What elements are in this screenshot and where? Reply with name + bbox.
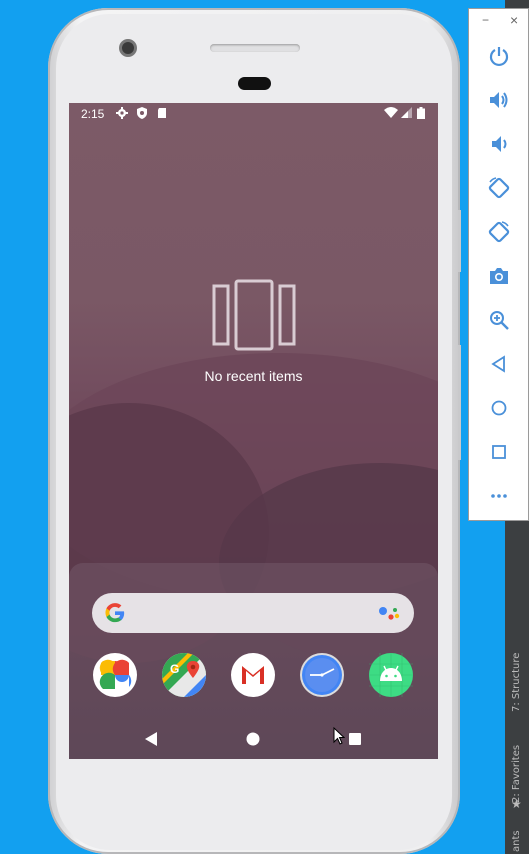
- zoom-button[interactable]: [486, 307, 512, 333]
- volume-up-button[interactable]: [486, 87, 512, 113]
- toolbar-title-bar: − ×: [469, 9, 529, 35]
- clock-icon: [302, 655, 342, 695]
- android-app-icon[interactable]: [369, 653, 413, 697]
- power-icon: [489, 47, 509, 67]
- cell-signal-icon: [401, 107, 412, 118]
- shield-icon: [137, 107, 147, 119]
- maps-icon: G: [162, 653, 206, 697]
- status-bar: 2:15: [69, 103, 438, 125]
- rotate-left-button[interactable]: [486, 175, 512, 201]
- volume-up-icon: [490, 92, 508, 108]
- front-camera: [119, 39, 137, 57]
- rotate-right-button[interactable]: [486, 219, 512, 245]
- wifi-icon: [384, 107, 398, 118]
- phone-volume-button: [458, 345, 461, 460]
- mouse-cursor-icon: [333, 727, 345, 745]
- svg-text:G: G: [170, 662, 179, 676]
- proximity-sensor: [238, 77, 271, 90]
- more-button[interactable]: [486, 483, 512, 509]
- minimize-button[interactable]: −: [482, 13, 489, 27]
- ide-tab-favorites[interactable]: 2: Favorites ★: [505, 735, 529, 815]
- camera-icon: [490, 268, 508, 284]
- ide-tab-bottom[interactable]: ants: [505, 830, 529, 854]
- settings-icon: [116, 107, 128, 119]
- battery-icon: [417, 107, 425, 119]
- home-nav-icon[interactable]: [246, 732, 260, 746]
- no-recent-items-text: No recent items: [204, 368, 303, 384]
- google-search-bar[interactable]: [92, 593, 414, 633]
- android-icon: [369, 653, 413, 697]
- rotate-left-icon: [488, 177, 510, 199]
- photos-icon: [99, 659, 132, 689]
- star-icon: ★: [511, 797, 522, 811]
- phone-screen[interactable]: 2:15 No recent items G: [69, 103, 438, 759]
- home-button[interactable]: [486, 395, 512, 421]
- gmail-icon: [242, 666, 264, 684]
- earpiece-speaker: [210, 44, 300, 52]
- back-nav-icon[interactable]: [144, 731, 158, 747]
- navigation-bar: [69, 719, 438, 759]
- more-dots-icon: [491, 494, 507, 498]
- overview-button[interactable]: [486, 439, 512, 465]
- rotate-right-icon: [488, 221, 510, 243]
- photos-app-icon[interactable]: [93, 653, 137, 697]
- volume-down-button[interactable]: [486, 131, 512, 157]
- clock-app-icon[interactable]: [300, 653, 344, 697]
- phone-power-button: [458, 210, 461, 272]
- screenshot-button[interactable]: [486, 263, 512, 289]
- maps-app-icon[interactable]: G: [162, 653, 206, 697]
- back-triangle-icon: [491, 355, 505, 373]
- back-button[interactable]: [486, 351, 512, 377]
- overview-nav-icon[interactable]: [348, 732, 362, 746]
- close-button[interactable]: ×: [510, 12, 518, 28]
- overview-square-icon: [492, 445, 506, 459]
- google-logo-icon: [105, 603, 125, 623]
- home-circle-icon: [491, 400, 507, 416]
- ide-tab-structure[interactable]: 7: Structure: [505, 640, 529, 720]
- volume-down-icon: [492, 136, 507, 152]
- google-assistant-icon[interactable]: [378, 605, 400, 621]
- recents-empty-icon: [212, 279, 296, 351]
- zoom-in-icon: [490, 311, 509, 330]
- sd-card-icon: [158, 108, 166, 118]
- gmail-app-icon[interactable]: [231, 653, 275, 697]
- emulator-toolbar: − ×: [468, 8, 529, 521]
- power-button[interactable]: [486, 43, 512, 69]
- status-time: 2:15: [81, 107, 105, 121]
